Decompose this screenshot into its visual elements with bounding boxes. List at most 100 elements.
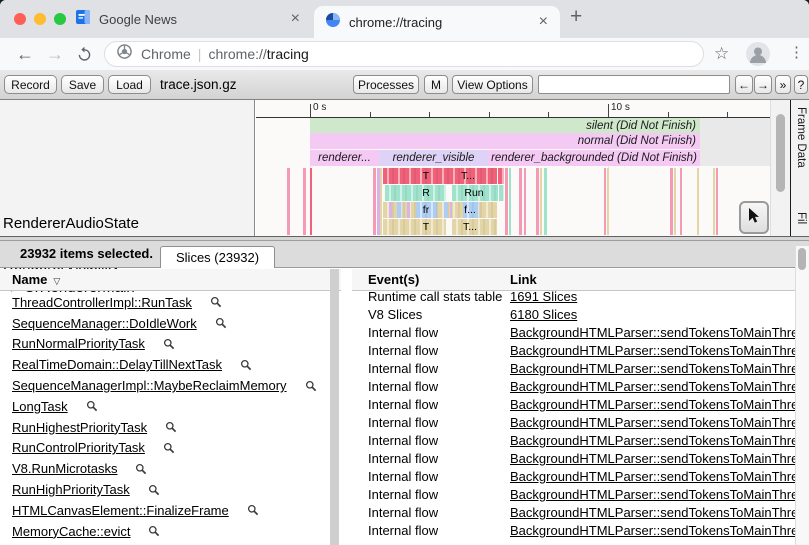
timeline-slice[interactable] — [498, 168, 504, 184]
event-link[interactable]: BackgroundHTMLParser::sendTokensToMainTh… — [510, 397, 795, 412]
timeline-slice[interactable] — [380, 168, 382, 235]
timeline-slice[interactable] — [407, 202, 410, 218]
slice-name-link[interactable]: RunControlPriorityTask — [12, 440, 145, 455]
timeline-slice[interactable] — [674, 168, 676, 235]
magnifier-icon[interactable] — [148, 484, 160, 496]
event-link[interactable]: BackgroundHTMLParser::sendTokensToMainTh… — [510, 523, 795, 538]
timeline-band[interactable]: renderer_backgrounded (Did Not Finish) — [488, 150, 700, 166]
magnifier-icon[interactable] — [305, 380, 317, 392]
timeline-slice[interactable] — [499, 185, 504, 201]
link-column-header[interactable]: Link — [510, 272, 537, 287]
table-row: V8.RunMicrotasks — [0, 458, 330, 479]
cursor-arrow-icon — [747, 207, 761, 229]
event-link[interactable]: BackgroundHTMLParser::sendTokensToMainTh… — [510, 487, 795, 502]
magnifier-icon[interactable] — [247, 504, 259, 516]
slice-label: T... — [453, 168, 483, 184]
table-row: RunControlPriorityTask — [0, 438, 330, 459]
events-column-header[interactable]: Event(s) — [368, 272, 419, 287]
event-type: Internal flow — [368, 415, 438, 430]
timeline-slice[interactable] — [505, 168, 508, 235]
event-link[interactable]: 6180 Slices — [510, 307, 577, 322]
events-scrollbar-thumb[interactable] — [798, 248, 806, 270]
slice-name-link[interactable]: HTMLCanvasElement::FinalizeFrame — [12, 503, 229, 518]
events-scrollbar[interactable] — [795, 246, 809, 545]
magnifier-icon[interactable] — [135, 463, 147, 475]
timeline-slice[interactable] — [524, 168, 526, 235]
timeline-slice[interactable] — [697, 168, 699, 235]
selection-summary: 23932 items selected. — [20, 241, 153, 267]
event-link[interactable]: BackgroundHTMLParser::sendTokensToMainTh… — [510, 451, 795, 466]
slice-label: Run — [459, 185, 489, 201]
slice-name-link[interactable]: RealTimeDomain::DelayTillNextTask — [12, 357, 222, 372]
timeline-slice[interactable] — [680, 168, 682, 235]
timeline-band[interactable]: normal (Did Not Finish) — [310, 133, 700, 149]
ruler-tick — [310, 104, 311, 117]
slice-name-link[interactable]: SequenceManagerImpl::MaybeReclaimMemory — [12, 378, 287, 393]
slice-name-link[interactable]: RunHighPriorityTask — [12, 482, 130, 497]
magnifier-icon[interactable] — [165, 421, 177, 433]
selection-mode-button[interactable] — [739, 201, 769, 234]
timeline-slice[interactable] — [536, 168, 539, 235]
ruler-tick — [608, 104, 609, 117]
timeline-slice[interactable] — [509, 168, 511, 235]
table-row: Internal flowBackgroundHTMLParser::sendT… — [352, 432, 795, 450]
magnifier-icon[interactable] — [210, 296, 222, 308]
timeline-slice[interactable] — [310, 168, 312, 235]
timeline-slice[interactable] — [607, 168, 609, 235]
event-link[interactable]: BackgroundHTMLParser::sendTokensToMainTh… — [510, 379, 795, 394]
event-type: Internal flow — [368, 397, 438, 412]
slice-name-link[interactable]: V8.RunMicrotasks — [12, 461, 117, 476]
name-column-header[interactable]: Name▽ — [0, 269, 341, 291]
magnifier-icon[interactable] — [215, 317, 227, 329]
side-tab-file[interactable]: Fil — [795, 212, 807, 224]
slice-name-link[interactable]: RunHighestPriorityTask — [12, 420, 147, 435]
ruler-tick-label: 0 s — [313, 102, 326, 113]
table-row: Internal flowBackgroundHTMLParser::sendT… — [352, 324, 795, 342]
magnifier-icon[interactable] — [163, 338, 175, 350]
timeline-slice[interactable] — [544, 168, 547, 235]
event-link[interactable]: BackgroundHTMLParser::sendTokensToMainTh… — [510, 433, 795, 448]
event-link[interactable]: BackgroundHTMLParser::sendTokensToMainTh… — [510, 361, 795, 376]
timeline-slice[interactable] — [397, 202, 402, 218]
timeline-slice[interactable] — [540, 168, 542, 235]
slices-tab[interactable]: Slices (23932) — [160, 246, 275, 268]
slice-name-link[interactable]: RunNormalPriorityTask — [12, 336, 145, 351]
timeline-slice[interactable] — [287, 168, 290, 235]
table-row: Internal flowBackgroundHTMLParser::sendT… — [352, 378, 795, 396]
timeline-scrollbar-thumb[interactable] — [776, 114, 785, 192]
magnifier-icon[interactable] — [163, 442, 175, 454]
event-type: Internal flow — [368, 343, 438, 358]
timeline-slice[interactable] — [670, 168, 673, 235]
timeline-slice[interactable] — [444, 202, 448, 218]
timeline-slice[interactable] — [604, 168, 606, 235]
timeline-slice[interactable] — [450, 202, 452, 218]
timeline-band[interactable]: silent (Did Not Finish) — [310, 118, 700, 133]
table-row: HTMLCanvasElement::FinalizeFrame — [0, 500, 330, 521]
event-link[interactable]: BackgroundHTMLParser::sendTokensToMainTh… — [510, 415, 795, 430]
magnifier-icon[interactable] — [148, 525, 160, 537]
timeline-slice[interactable] — [713, 168, 715, 235]
timeline-slice[interactable] — [303, 168, 306, 235]
timeline-slice[interactable] — [519, 168, 522, 235]
slice-name-link[interactable]: ThreadControllerImpl::RunTask — [12, 295, 192, 310]
table-row: Internal flow BackgroundHTMLParser::sendT… — [352, 468, 795, 486]
event-link[interactable]: 1691 Slices — [510, 289, 577, 304]
timeline-slice[interactable] — [716, 168, 718, 235]
event-type: Internal flow — [368, 469, 438, 484]
magnifier-icon[interactable] — [86, 400, 98, 412]
table-row: Internal flowBackgroundHTMLParser::sendT… — [352, 360, 795, 378]
event-link[interactable]: BackgroundHTMLParser::sendTokensToMainTh… — [510, 325, 795, 340]
timeline-band[interactable]: renderer... — [310, 150, 379, 166]
slice-name-link[interactable]: LongTask — [12, 399, 68, 414]
timeline-slice[interactable] — [389, 202, 392, 218]
slice-name-link[interactable]: SequenceManager::DoIdleWork — [12, 316, 197, 331]
name-list-scrollbar[interactable] — [330, 269, 339, 545]
side-tab-frame-data[interactable]: Frame Data — [795, 107, 807, 168]
event-link[interactable]: BackgroundHTMLParser::sendTokensToMainTh… — [510, 343, 795, 358]
slice-name-link[interactable]: MemoryCache::evict — [12, 524, 130, 539]
event-link[interactable]: BackgroundHTMLParser::sendTokensToMainTh… — [510, 469, 795, 484]
event-link[interactable]: BackgroundHTMLParser::sendTokensToMainTh… — [510, 505, 795, 520]
timeline-slice[interactable] — [373, 168, 376, 235]
timeline-band[interactable]: renderer_visible — [379, 150, 488, 166]
magnifier-icon[interactable] — [240, 359, 252, 371]
